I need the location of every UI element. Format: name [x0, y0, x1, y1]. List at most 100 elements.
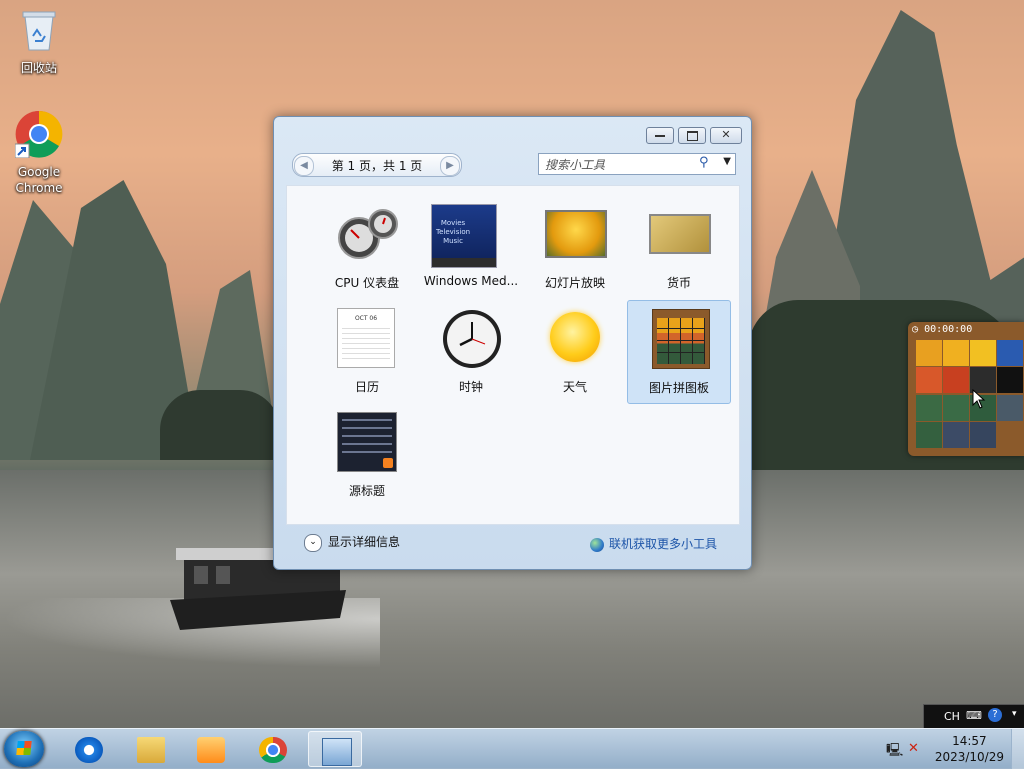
- help-icon[interactable]: ?: [988, 708, 1002, 722]
- restore-button[interactable]: [678, 127, 706, 144]
- puzzle-tile[interactable]: [916, 421, 942, 448]
- start-button[interactable]: [4, 731, 44, 767]
- windows-logo-icon: [16, 741, 32, 755]
- gadget-name: 货币: [666, 276, 691, 290]
- slide-show-icon: [545, 210, 607, 258]
- taskbar-file-explorer[interactable]: [124, 731, 178, 767]
- language-bar-options-icon[interactable]: ▾: [1012, 709, 1017, 719]
- taskbar-google-chrome[interactable]: [246, 731, 300, 767]
- clock-icon: [443, 310, 501, 368]
- puzzle-tile[interactable]: [943, 394, 969, 421]
- keyboard-icon[interactable]: ⌨: [966, 709, 982, 722]
- chrome-icon: [14, 110, 63, 159]
- currency-icon: [649, 214, 711, 254]
- desktop-icon-google-chrome[interactable]: Google Chrome: [3, 110, 75, 196]
- gadget-gallery-icon: [322, 738, 352, 766]
- search-placeholder: 搜索小工具: [545, 158, 606, 172]
- restore-icon: [687, 131, 698, 141]
- desktop-icon-label: Google Chrome: [15, 165, 63, 195]
- gadget-tile-windows-media-center[interactable]: Movies Television Music Windows Med...: [419, 196, 523, 300]
- chrome-icon: [259, 737, 287, 763]
- minimize-button[interactable]: [646, 127, 674, 144]
- gadget-name: 天气: [562, 380, 587, 394]
- search-input[interactable]: 搜索小工具 ⚲ ▼: [538, 153, 736, 175]
- taskbar-internet-explorer[interactable]: [62, 731, 116, 767]
- previous-page-button[interactable]: ◀: [294, 156, 314, 176]
- gadget-tile-calendar[interactable]: OCT 06 日历: [315, 300, 419, 404]
- calendar-icon: OCT 06: [337, 308, 395, 368]
- chevron-down-icon: ⌄: [304, 533, 322, 552]
- puzzle-tile[interactable]: [970, 421, 996, 448]
- taskbar-media-player[interactable]: [184, 731, 238, 767]
- folder-icon: [137, 737, 165, 763]
- language-indicator[interactable]: CH: [944, 710, 960, 723]
- puzzle-tile[interactable]: [916, 340, 942, 366]
- puzzle-tile[interactable]: [916, 367, 942, 394]
- search-icon[interactable]: ⚲: [699, 155, 709, 170]
- taskbar-gadget-gallery[interactable]: [308, 731, 362, 767]
- windows-media-center-icon: Movies Television Music: [431, 204, 497, 268]
- get-more-gadgets-label: 联机获取更多小工具: [608, 537, 717, 551]
- wallpaper-treeline: [160, 390, 280, 460]
- gadget-tile-feed-headlines[interactable]: 源标题: [315, 404, 419, 508]
- recycle-bin-icon: [22, 11, 56, 51]
- puzzle-tile[interactable]: [997, 394, 1023, 421]
- page-navigator: ◀ 第 1 页，共 1 页 ▶: [292, 153, 462, 177]
- feed-headlines-icon: [337, 412, 397, 472]
- cpu-meter-icon: [338, 209, 398, 259]
- gadget-tile-cpu-meter[interactable]: CPU 仪表盘: [315, 196, 419, 300]
- clock-date: 2023/10/29: [934, 750, 1004, 764]
- gadget-tile-clock[interactable]: 时钟: [419, 300, 523, 404]
- chevron-down-icon[interactable]: ▼: [723, 156, 731, 167]
- puzzle-tile[interactable]: [943, 421, 969, 448]
- get-more-gadgets-link[interactable]: 联机获取更多小工具: [589, 535, 717, 552]
- show-desktop-button[interactable]: [1011, 729, 1024, 769]
- puzzle-tile[interactable]: [943, 367, 969, 394]
- gadget-name: 图片拼图板: [648, 381, 709, 395]
- picture-puzzle-gadget[interactable]: ◷ 00:00:00: [908, 322, 1024, 456]
- desktop-icon-label: 回收站: [20, 61, 57, 75]
- next-page-button[interactable]: ▶: [440, 156, 460, 176]
- gadget-name: Windows Med...: [423, 274, 519, 288]
- media-player-icon: [197, 737, 225, 763]
- clock-time: 14:57: [952, 734, 987, 748]
- close-button[interactable]: ✕: [710, 127, 742, 144]
- minimize-icon: [655, 135, 665, 137]
- globe-icon: [589, 537, 604, 552]
- gadget-tile-currency[interactable]: 货币: [627, 196, 731, 300]
- gadget-tile-slide-show[interactable]: 幻灯片放映: [523, 196, 627, 300]
- gadget-name: 日历: [354, 380, 379, 394]
- show-details-toggle[interactable]: ⌄ 显示详细信息: [304, 533, 400, 552]
- puzzle-tile[interactable]: [997, 340, 1023, 366]
- gadget-name: CPU 仪表盘: [334, 276, 400, 290]
- system-clock[interactable]: 14:57 2023/10/29: [935, 733, 1004, 765]
- puzzle-tile[interactable]: [943, 340, 969, 366]
- show-details-label: 显示详细信息: [328, 535, 401, 549]
- gadget-list: CPU 仪表盘 Movies Television Music Windows …: [286, 185, 740, 525]
- desktop-icon-recycle-bin[interactable]: 回收站: [3, 6, 75, 76]
- puzzle-tile[interactable]: [997, 367, 1023, 394]
- rss-icon: [383, 458, 393, 468]
- gadget-tile-weather[interactable]: 天气: [523, 300, 627, 404]
- timer-icon: ◷: [912, 324, 919, 335]
- wmc-line: Television: [436, 228, 471, 236]
- calendar-month: OCT 06: [354, 315, 378, 322]
- gadget-tile-picture-puzzle[interactable]: 图片拼图板: [627, 300, 731, 404]
- language-bar[interactable]: CH ⌨ ? ▾: [923, 704, 1024, 730]
- network-icon[interactable]: 🖳: [886, 741, 903, 763]
- mouse-cursor: [972, 389, 986, 409]
- wmc-line: Movies: [440, 219, 466, 227]
- gadget-name: 时钟: [458, 380, 483, 394]
- internet-explorer-icon: [75, 737, 103, 763]
- page-indicator: 第 1 页，共 1 页: [331, 159, 423, 173]
- puzzle-grid[interactable]: [916, 340, 1024, 448]
- puzzle-tile-empty[interactable]: [997, 421, 1023, 448]
- volume-muted-icon[interactable]: ✕: [908, 741, 919, 756]
- gadget-gallery-window: ✕ ◀ 第 1 页，共 1 页 ▶ 搜索小工具 ⚲ ▼ CPU 仪表盘 Movi…: [273, 116, 752, 570]
- picture-puzzle-icon: [652, 309, 710, 369]
- puzzle-timer-bar: ◷ 00:00:00: [912, 324, 1024, 338]
- puzzle-timer: 00:00:00: [924, 324, 973, 335]
- puzzle-tile[interactable]: [970, 340, 996, 366]
- puzzle-tile[interactable]: [916, 394, 942, 421]
- notification-area: 🖳 ✕ 14:57 2023/10/29: [874, 729, 1024, 769]
